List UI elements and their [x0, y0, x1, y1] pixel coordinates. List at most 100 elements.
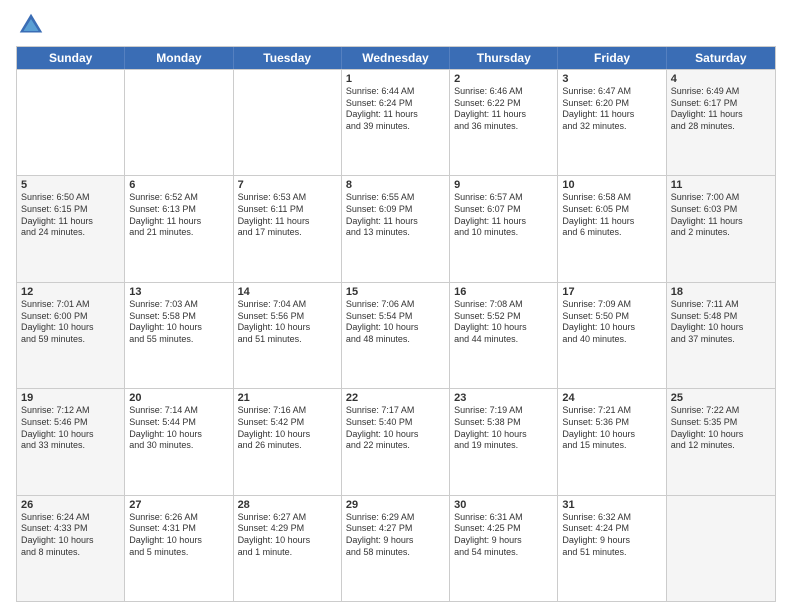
cell-text-line: Sunrise: 6:29 AM: [346, 512, 445, 524]
page: SundayMondayTuesdayWednesdayThursdayFrid…: [0, 0, 792, 612]
cell-text-line: Sunset: 5:46 PM: [21, 417, 120, 429]
week-row-1: 5Sunrise: 6:50 AMSunset: 6:15 PMDaylight…: [17, 175, 775, 281]
cell-text-line: Sunrise: 6:49 AM: [671, 86, 771, 98]
cell-text-line: Sunrise: 6:27 AM: [238, 512, 337, 524]
cell-text-line: Sunset: 5:58 PM: [129, 311, 228, 323]
cal-cell: 15Sunrise: 7:06 AMSunset: 5:54 PMDayligh…: [342, 283, 450, 388]
cell-text-line: Sunrise: 7:08 AM: [454, 299, 553, 311]
cell-text-line: Sunset: 4:27 PM: [346, 523, 445, 535]
cell-text-line: Daylight: 10 hours: [238, 535, 337, 547]
cell-text-line: Sunrise: 7:09 AM: [562, 299, 661, 311]
cell-text-line: Sunrise: 6:31 AM: [454, 512, 553, 524]
cal-cell: 8Sunrise: 6:55 AMSunset: 6:09 PMDaylight…: [342, 176, 450, 281]
cell-text-line: and 32 minutes.: [562, 121, 661, 133]
week-row-0: 1Sunrise: 6:44 AMSunset: 6:24 PMDaylight…: [17, 69, 775, 175]
day-number: 9: [454, 179, 553, 191]
cell-text-line: Sunset: 5:56 PM: [238, 311, 337, 323]
cell-text-line: Sunset: 6:13 PM: [129, 204, 228, 216]
cell-text-line: Sunset: 5:54 PM: [346, 311, 445, 323]
week-row-4: 26Sunrise: 6:24 AMSunset: 4:33 PMDayligh…: [17, 495, 775, 601]
cell-text-line: Daylight: 11 hours: [238, 216, 337, 228]
cell-text-line: Daylight: 9 hours: [346, 535, 445, 547]
cal-cell: [125, 70, 233, 175]
cal-cell: 10Sunrise: 6:58 AMSunset: 6:05 PMDayligh…: [558, 176, 666, 281]
cal-cell: [667, 496, 775, 601]
cell-text-line: Sunset: 6:22 PM: [454, 98, 553, 110]
week-row-3: 19Sunrise: 7:12 AMSunset: 5:46 PMDayligh…: [17, 388, 775, 494]
day-number: 22: [346, 392, 445, 404]
cell-text-line: and 28 minutes.: [671, 121, 771, 133]
header-day-wednesday: Wednesday: [342, 47, 450, 69]
cell-text-line: and 19 minutes.: [454, 440, 553, 452]
cell-text-line: and 39 minutes.: [346, 121, 445, 133]
cell-text-line: Sunset: 5:52 PM: [454, 311, 553, 323]
cell-text-line: Sunrise: 7:21 AM: [562, 405, 661, 417]
cell-text-line: Daylight: 10 hours: [671, 322, 771, 334]
header-day-thursday: Thursday: [450, 47, 558, 69]
cal-cell: 17Sunrise: 7:09 AMSunset: 5:50 PMDayligh…: [558, 283, 666, 388]
day-number: 20: [129, 392, 228, 404]
day-number: 4: [671, 73, 771, 85]
cell-text-line: Sunrise: 7:16 AM: [238, 405, 337, 417]
cal-cell: [234, 70, 342, 175]
cal-cell: 21Sunrise: 7:16 AMSunset: 5:42 PMDayligh…: [234, 389, 342, 494]
cal-cell: 12Sunrise: 7:01 AMSunset: 6:00 PMDayligh…: [17, 283, 125, 388]
cell-text-line: Daylight: 9 hours: [454, 535, 553, 547]
cell-text-line: and 5 minutes.: [129, 547, 228, 559]
week-row-2: 12Sunrise: 7:01 AMSunset: 6:00 PMDayligh…: [17, 282, 775, 388]
cell-text-line: Sunset: 5:40 PM: [346, 417, 445, 429]
day-number: 3: [562, 73, 661, 85]
cell-text-line: and 21 minutes.: [129, 227, 228, 239]
cell-text-line: and 51 minutes.: [238, 334, 337, 346]
cell-text-line: Daylight: 10 hours: [129, 322, 228, 334]
logo: [16, 10, 50, 40]
cell-text-line: and 30 minutes.: [129, 440, 228, 452]
cal-cell: 2Sunrise: 6:46 AMSunset: 6:22 PMDaylight…: [450, 70, 558, 175]
header-day-sunday: Sunday: [17, 47, 125, 69]
day-number: 25: [671, 392, 771, 404]
cell-text-line: and 15 minutes.: [562, 440, 661, 452]
cal-cell: 14Sunrise: 7:04 AMSunset: 5:56 PMDayligh…: [234, 283, 342, 388]
cell-text-line: Daylight: 11 hours: [562, 216, 661, 228]
cell-text-line: and 13 minutes.: [346, 227, 445, 239]
cal-cell: 16Sunrise: 7:08 AMSunset: 5:52 PMDayligh…: [450, 283, 558, 388]
cal-cell: 31Sunrise: 6:32 AMSunset: 4:24 PMDayligh…: [558, 496, 666, 601]
day-number: 5: [21, 179, 120, 191]
cell-text-line: Sunset: 5:44 PM: [129, 417, 228, 429]
cell-text-line: Sunrise: 6:53 AM: [238, 192, 337, 204]
day-number: 26: [21, 499, 120, 511]
day-number: 7: [238, 179, 337, 191]
cell-text-line: and 17 minutes.: [238, 227, 337, 239]
cell-text-line: Daylight: 11 hours: [671, 109, 771, 121]
day-number: 6: [129, 179, 228, 191]
cal-cell: 11Sunrise: 7:00 AMSunset: 6:03 PMDayligh…: [667, 176, 775, 281]
cal-cell: 4Sunrise: 6:49 AMSunset: 6:17 PMDaylight…: [667, 70, 775, 175]
cal-cell: 30Sunrise: 6:31 AMSunset: 4:25 PMDayligh…: [450, 496, 558, 601]
cell-text-line: Daylight: 11 hours: [21, 216, 120, 228]
cell-text-line: and 59 minutes.: [21, 334, 120, 346]
cell-text-line: Daylight: 11 hours: [346, 216, 445, 228]
cell-text-line: Sunset: 5:42 PM: [238, 417, 337, 429]
cell-text-line: Sunset: 6:03 PM: [671, 204, 771, 216]
cell-text-line: Sunrise: 7:11 AM: [671, 299, 771, 311]
day-number: 10: [562, 179, 661, 191]
cell-text-line: and 26 minutes.: [238, 440, 337, 452]
cell-text-line: Sunrise: 6:24 AM: [21, 512, 120, 524]
cell-text-line: Sunrise: 7:04 AM: [238, 299, 337, 311]
cell-text-line: Sunset: 4:29 PM: [238, 523, 337, 535]
cell-text-line: and 37 minutes.: [671, 334, 771, 346]
cell-text-line: Sunset: 6:11 PM: [238, 204, 337, 216]
day-number: 1: [346, 73, 445, 85]
cell-text-line: Daylight: 10 hours: [238, 429, 337, 441]
cal-cell: 20Sunrise: 7:14 AMSunset: 5:44 PMDayligh…: [125, 389, 233, 494]
cell-text-line: Sunset: 4:25 PM: [454, 523, 553, 535]
calendar-header: SundayMondayTuesdayWednesdayThursdayFrid…: [17, 47, 775, 69]
cell-text-line: Daylight: 10 hours: [21, 535, 120, 547]
cell-text-line: Daylight: 10 hours: [562, 322, 661, 334]
calendar-body: 1Sunrise: 6:44 AMSunset: 6:24 PMDaylight…: [17, 69, 775, 601]
cell-text-line: and 36 minutes.: [454, 121, 553, 133]
day-number: 23: [454, 392, 553, 404]
day-number: 14: [238, 286, 337, 298]
day-number: 17: [562, 286, 661, 298]
header-day-friday: Friday: [558, 47, 666, 69]
